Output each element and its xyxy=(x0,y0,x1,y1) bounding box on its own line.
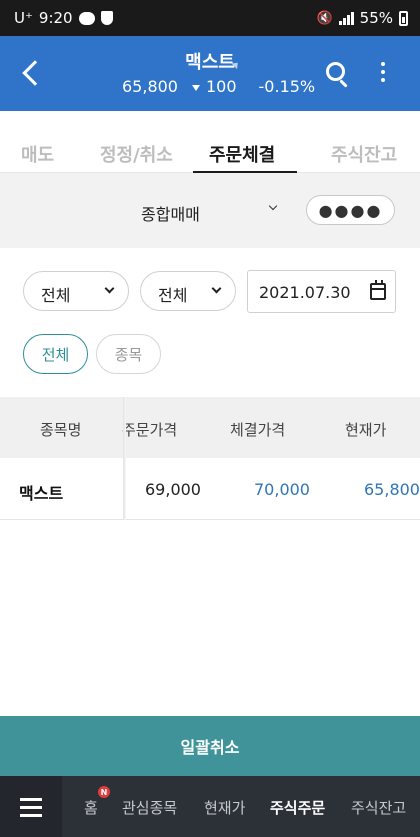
filter-dropdown-side[interactable]: 전체 xyxy=(140,271,236,311)
carrier-label: U⁺ xyxy=(14,9,33,27)
signal-icon xyxy=(338,11,354,25)
battery-percent: 55% xyxy=(359,9,393,27)
tab-sell[interactable]: 매도 xyxy=(21,141,54,167)
cell-order-price: 69,000 xyxy=(145,480,201,499)
mute-icon: 🔇 xyxy=(316,10,333,26)
column-header-stock-name: 종목명 xyxy=(40,421,82,439)
status-bar: U⁺ 9:20 🔇 55% xyxy=(0,0,420,36)
order-tabs: 매도 정정/취소 주문체결 주식잔고 xyxy=(0,111,420,173)
bulk-cancel-button[interactable]: 일괄취소 xyxy=(0,716,420,776)
table-header: 종목명 주문가격 체결가격 현재가 xyxy=(0,397,420,458)
tab-stock-balance[interactable]: 주식잔고 xyxy=(331,141,397,167)
hamburger-menu-icon[interactable] xyxy=(0,776,62,837)
app-header: 맥스트 65,800 100 -0.15% xyxy=(0,36,420,111)
cell-current-price: 65,800 xyxy=(364,480,420,499)
price-change: 100 xyxy=(191,77,237,96)
cell-stock-name: 맥스트 xyxy=(19,484,64,503)
calendar-icon[interactable] xyxy=(370,280,386,300)
more-vertical-icon[interactable] xyxy=(373,58,393,88)
shield-notification-icon xyxy=(100,11,113,25)
fixed-column-divider xyxy=(123,397,126,520)
filter-dropdown-type-value: 전체 xyxy=(41,286,71,305)
talk-notification-icon xyxy=(78,11,95,25)
filter-all-button[interactable]: 전체 xyxy=(23,334,88,374)
nav-stock-order[interactable]: 주식주문 xyxy=(270,797,325,818)
filter-dropdown-side-value: 전체 xyxy=(158,286,188,305)
filter-dropdown-type[interactable]: 전체 xyxy=(23,271,129,311)
tab-modify-cancel[interactable]: 정정/취소 xyxy=(100,141,173,167)
current-price: 65,800 xyxy=(122,77,178,96)
date-value: 2021.07.30 xyxy=(259,283,351,302)
table-row[interactable]: 맥스트 69,000 70,000 65,800 xyxy=(0,458,420,520)
column-header-exec-price: 체결가격 xyxy=(230,421,286,439)
price-change-percent: -0.15% xyxy=(258,77,316,96)
new-badge: N xyxy=(98,786,110,798)
column-header-current-price: 현재가 xyxy=(345,421,387,439)
battery-icon xyxy=(399,10,408,26)
search-icon[interactable] xyxy=(324,60,352,88)
nav-stock-balance[interactable]: 주식잔고 xyxy=(351,797,406,818)
chevron-down-icon[interactable] xyxy=(268,201,278,211)
password-field[interactable]: ●●●● xyxy=(306,195,395,225)
tab-order-execution[interactable]: 주문체결 xyxy=(209,141,275,167)
clock: 9:20 xyxy=(38,9,73,27)
nav-watchlist[interactable]: 관심종목 xyxy=(122,797,177,818)
account-select[interactable]: 종합매매 xyxy=(141,201,200,225)
bottom-nav: 홈 N 관심종목 현재가 주식주문 주식잔고 xyxy=(0,776,420,837)
nav-home[interactable]: 홈 xyxy=(84,797,98,818)
filter-stock-button[interactable]: 종목 xyxy=(96,334,161,374)
date-picker[interactable]: 2021.07.30 xyxy=(247,270,396,313)
chevron-down-icon xyxy=(104,283,115,294)
nav-current-price[interactable]: 현재가 xyxy=(204,797,245,818)
price-row: 65,800 100 -0.15% xyxy=(122,77,315,96)
price-change-value: 100 xyxy=(205,77,237,96)
account-row: 종합매매 ●●●● xyxy=(0,173,420,248)
down-triangle-icon xyxy=(191,84,200,91)
cell-exec-price: 70,000 xyxy=(254,480,310,499)
chevron-down-icon xyxy=(211,283,222,294)
column-header-order-price: 주문가격 xyxy=(122,421,178,439)
stock-name[interactable]: 맥스트 xyxy=(0,48,420,74)
